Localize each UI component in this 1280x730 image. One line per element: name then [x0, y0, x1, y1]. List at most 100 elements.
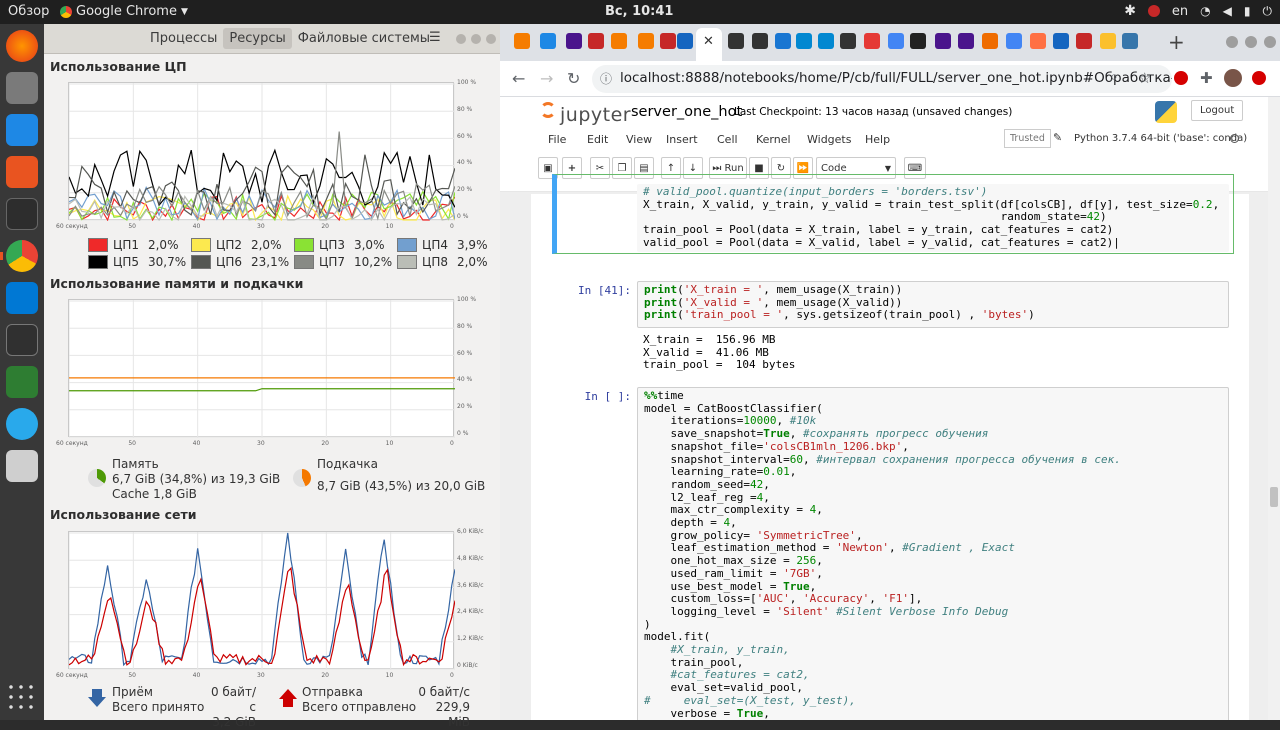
tab-favicon-icon[interactable]	[982, 33, 998, 49]
power-icon[interactable]: ⏻	[1263, 4, 1273, 19]
menu-widgets[interactable]: Widgets	[807, 133, 851, 146]
bookmark-star-icon[interactable]: ☆	[1138, 69, 1151, 87]
menu-edit[interactable]: Edit	[587, 133, 608, 146]
code-cell[interactable]: In [41]: print('X_train = ', mem_usage(X…	[541, 281, 1241, 381]
writer-icon[interactable]	[6, 114, 38, 146]
chrome-close-button[interactable]	[1264, 36, 1276, 48]
tab-favicon-icon[interactable]	[540, 33, 556, 49]
tab-strip: ✕ +	[500, 24, 1280, 61]
tab-favicon-icon[interactable]	[1122, 33, 1138, 49]
tab-favicon-icon[interactable]	[752, 33, 768, 49]
notebook-name[interactable]: server_one_hot	[631, 104, 742, 120]
tab-processes[interactable]: Процессы	[144, 28, 223, 49]
language-indicator[interactable]: en	[1172, 4, 1188, 19]
tab-favicon-icon[interactable]	[818, 33, 834, 49]
volume-icon[interactable]: ◀	[1223, 4, 1232, 18]
chrome-maximize-button[interactable]	[1245, 36, 1257, 48]
menu-cell[interactable]: Cell	[717, 133, 738, 146]
tab-favicon-icon[interactable]	[514, 33, 530, 49]
show-apps-icon[interactable]	[6, 682, 38, 714]
tab-resources[interactable]: Ресурсы	[223, 28, 292, 49]
jupyter-logo-icon	[540, 102, 556, 118]
menu-view[interactable]: View	[626, 133, 652, 146]
active-tab[interactable]: ✕	[696, 28, 722, 61]
tab-favicon-icon[interactable]	[1076, 33, 1092, 49]
search-icon[interactable]: ⌕	[1110, 69, 1118, 85]
calculator-icon[interactable]	[6, 450, 38, 482]
firefox-icon[interactable]	[6, 30, 38, 62]
tab-favicon-icon[interactable]	[1053, 33, 1069, 49]
menu-insert[interactable]: Insert	[666, 133, 698, 146]
chrome-minimize-button[interactable]	[1226, 36, 1238, 48]
tab-favicon-icon[interactable]	[1030, 33, 1046, 49]
trusted-badge[interactable]: Trusted	[1004, 129, 1051, 148]
cell-input[interactable]: %%time model = CatBoostClassifier( itera…	[637, 387, 1229, 720]
back-icon[interactable]: ←	[512, 69, 525, 88]
code-cell[interactable]: In [ ]: %%time model = CatBoostClassifie…	[541, 387, 1241, 720]
extension-icon[interactable]	[1174, 71, 1188, 85]
tab-favicon-icon[interactable]	[588, 33, 604, 49]
calc-icon[interactable]	[6, 366, 38, 398]
memory-x-tick: 60 секунд	[56, 440, 88, 447]
tab-favicon-icon[interactable]	[566, 33, 582, 49]
menu-help[interactable]: Help	[865, 133, 890, 146]
chrome-dock-icon[interactable]	[0, 240, 38, 272]
app-menu[interactable]: Google Chrome ▼	[60, 4, 188, 19]
clock[interactable]: Вс, 10:41	[605, 4, 673, 19]
terminal-icon[interactable]	[6, 198, 38, 230]
activities-button[interactable]: Обзор	[8, 4, 49, 19]
edit-pencil-icon[interactable]: ✎	[1053, 131, 1062, 144]
close-button[interactable]	[486, 34, 496, 44]
tab-favicon-icon[interactable]	[1100, 33, 1116, 49]
tab-favicon-icon[interactable]	[840, 33, 856, 49]
close-tab-icon[interactable]: ✕	[703, 34, 714, 49]
tab-favicon-icon[interactable]	[935, 33, 951, 49]
logout-button[interactable]: Logout	[1191, 100, 1244, 121]
tab-favicon-icon[interactable]	[796, 33, 812, 49]
tab-favicon-icon[interactable]	[864, 33, 880, 49]
battery-icon[interactable]: ▮	[1244, 4, 1251, 18]
omnibox[interactable]: ⓘ localhost:8888/notebooks/home/P/cb/ful…	[592, 65, 1172, 93]
tab-filesystems[interactable]: Файловые системы	[292, 28, 436, 49]
tab-favicon-icon[interactable]	[775, 33, 791, 49]
tab-favicon-icon[interactable]	[910, 33, 926, 49]
menu-kernel[interactable]: Kernel	[756, 133, 791, 146]
tab-favicon-icon[interactable]	[638, 33, 654, 49]
reload-icon[interactable]: ↻	[567, 69, 580, 88]
avatar[interactable]	[1224, 69, 1242, 87]
extensions-puzzle-icon[interactable]: ✚	[1200, 69, 1213, 87]
new-tab-button[interactable]: +	[1168, 30, 1185, 54]
cell-input[interactable]: print('X_train = ', mem_usage(X_train)) …	[637, 281, 1229, 328]
vscode-icon[interactable]	[6, 282, 38, 314]
update-icon[interactable]	[1252, 71, 1266, 85]
memory-x-tick: 20	[321, 440, 329, 447]
network-y-tick: 2,4 KiB/c	[457, 608, 484, 616]
tab-favicon-icon[interactable]	[958, 33, 974, 49]
files-icon[interactable]	[6, 72, 38, 104]
forward-icon[interactable]: →	[540, 69, 553, 88]
jupyter-logo[interactable]: jupyter	[560, 104, 631, 126]
telegram-icon[interactable]	[6, 408, 38, 440]
memory-x-tick: 40	[192, 440, 201, 447]
tab-favicon-icon[interactable]	[677, 33, 693, 49]
software-center-icon[interactable]	[6, 156, 38, 188]
wifi-icon[interactable]: ◔	[1200, 4, 1210, 18]
cell-input[interactable]: # valid_pool.quantize(input_borders = 'b…	[637, 184, 1229, 252]
info-icon[interactable]: ⓘ	[600, 70, 612, 87]
hamburger-menu-icon[interactable]: ☰	[429, 30, 441, 45]
tab-favicon-icon[interactable]	[1006, 33, 1022, 49]
minimize-button[interactable]	[456, 34, 466, 44]
menu-file[interactable]: File	[548, 133, 566, 146]
screenshot-app-icon[interactable]	[1147, 5, 1160, 17]
tab-favicon-icon[interactable]	[888, 33, 904, 49]
send-rate: 0 байт/с	[418, 685, 470, 699]
accessibility-icon[interactable]: ✱	[1124, 3, 1136, 19]
scrollbar-thumb[interactable]	[1270, 487, 1278, 507]
tab-favicon-icon[interactable]	[660, 33, 676, 49]
page-scrollbar[interactable]	[1268, 97, 1280, 720]
code-cell[interactable]: # valid_pool.quantize(input_borders = 'b…	[541, 174, 1241, 274]
tab-favicon-icon[interactable]	[728, 33, 744, 49]
maximize-button[interactable]	[471, 34, 481, 44]
system-monitor-icon[interactable]	[6, 324, 38, 356]
tab-favicon-icon[interactable]	[611, 33, 627, 49]
